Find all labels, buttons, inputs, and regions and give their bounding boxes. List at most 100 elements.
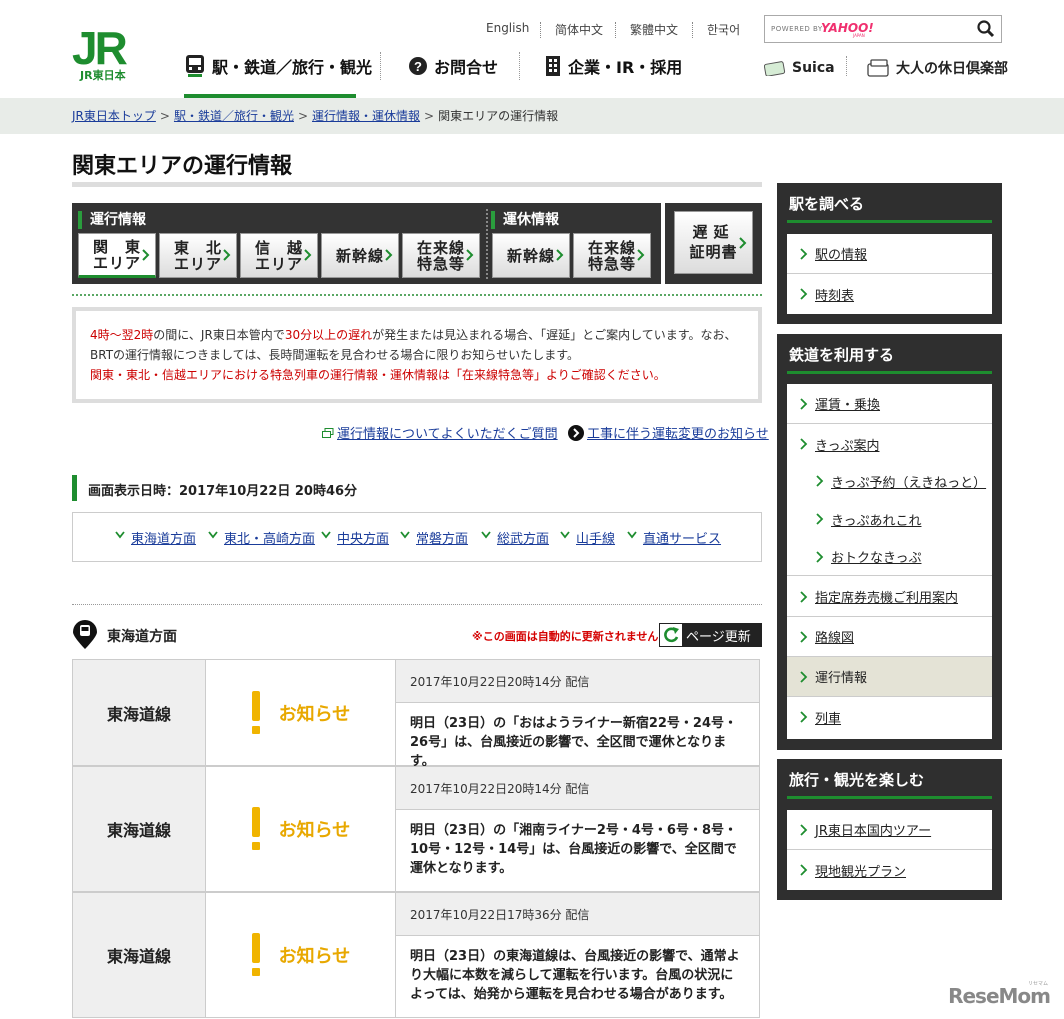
tab-shinetsu-area[interactable]: 信 越エリア: [240, 233, 318, 278]
nav-contact-label: お問合せ: [434, 58, 499, 77]
table-row: 東海道線 お知らせ 2017年10月22日20時14分 配信 明日（23日）の「…: [72, 659, 760, 769]
chevron-right-icon: [800, 823, 808, 836]
sidebar-item-label[interactable]: JR東日本国内ツアー: [815, 820, 931, 839]
sidebar-item-eki-net[interactable]: きっぷ予約（えきねっと）: [787, 462, 992, 500]
tab-label: 信 越エリア: [254, 238, 303, 273]
chevron-right-icon: [800, 397, 808, 410]
tab-shinkansen-suspension[interactable]: 新幹線: [492, 233, 570, 278]
faq-link[interactable]: 運行情報についてよくいただくご質問: [322, 423, 558, 442]
chevron-right-icon: [800, 670, 808, 683]
chevron-right-icon: [800, 288, 808, 300]
title-rule: [72, 182, 762, 187]
direction-link-sobu[interactable]: 総武方面: [497, 528, 549, 547]
sidebar-heading: 旅行・観光を楽しむ: [789, 771, 925, 789]
chevron-right-icon: [800, 590, 808, 603]
construction-link-text[interactable]: 工事に伴う運転変更のお知らせ: [587, 427, 769, 442]
svg-text:?: ?: [414, 59, 422, 74]
sidebar-item-label[interactable]: 運賃・乗換: [815, 394, 880, 413]
direction-link-joban[interactable]: 常磐方面: [416, 528, 468, 547]
chevron-right-icon: [223, 249, 231, 261]
train-pin-icon: [73, 620, 97, 649]
line-name: 東海道線: [73, 893, 206, 1017]
otona-club-label: 大人の休日倶楽部: [896, 61, 1008, 77]
direction-link-tokaido[interactable]: 東海道方面: [131, 528, 196, 547]
train-icon: [186, 55, 204, 77]
sidebar-item-label[interactable]: 時刻表: [815, 285, 854, 304]
sidebar-item-route-map[interactable]: 路線図: [787, 617, 992, 657]
tab-label: 新幹線: [335, 246, 384, 265]
sidebar-item-timetable[interactable]: 時刻表: [787, 274, 992, 314]
nav-contact[interactable]: ? お問合せ: [408, 54, 498, 78]
lang-korean[interactable]: 한국어: [707, 21, 740, 38]
sidebar-item-station-info[interactable]: 駅の情報: [787, 234, 992, 274]
breadcrumb-link-railway[interactable]: 駅・鉄道／旅行・観光: [174, 109, 294, 123]
lang-simplified-chinese[interactable]: 简体中文: [555, 21, 603, 38]
nav-railway-travel[interactable]: 駅・鉄道／旅行・観光: [184, 54, 372, 78]
chevron-down-icon: [560, 531, 570, 539]
refresh-button[interactable]: ページ更新: [659, 623, 762, 647]
sidebar-item-domestic-tour[interactable]: JR東日本国内ツアー: [787, 810, 992, 850]
status-message: 明日（23日）の「おはようライナー新宿22号・24号・26号」は、台風接近の影響…: [410, 716, 738, 769]
chevron-down-icon: [627, 531, 637, 539]
sidebar-item-label[interactable]: きっぷ案内: [815, 435, 879, 454]
chevron-right-icon: [816, 475, 824, 487]
notice-paragraph-express: 関東・東北・信越エリアにおける特急列車の運行情報・運休情報は「在来線特急等」より…: [90, 368, 666, 382]
direction-link-yamanote[interactable]: 山手線: [576, 528, 615, 547]
question-icon: ?: [409, 57, 427, 75]
chevron-down-icon: [400, 531, 410, 539]
sidebar-item-trains[interactable]: 列車: [787, 697, 992, 737]
sidebar-item-label[interactable]: 指定席券売機ご利用案内: [815, 587, 958, 606]
breadcrumb-link-operation[interactable]: 運行情報・運休情報: [312, 109, 420, 123]
refresh-label: ページ更新: [686, 629, 751, 645]
construction-link[interactable]: 工事に伴う運転変更のお知らせ: [568, 423, 769, 442]
tab-shinkansen-operation[interactable]: 新幹線: [321, 233, 399, 278]
sidebar-item-operation-info[interactable]: 運行情報: [787, 657, 992, 697]
refresh-icon: [660, 624, 682, 646]
table-row: 東海道線 お知らせ 2017年10月22日20時14分 配信 明日（23日）の「…: [72, 766, 760, 892]
tab-label: 新幹線: [506, 246, 555, 265]
site-search[interactable]: POWERED BY YAHOO! JAPAN: [764, 15, 1002, 43]
sidebar-item-fare-transfer[interactable]: 運賃・乗換: [787, 384, 992, 424]
faq-link-text[interactable]: 運行情報についてよくいただくご質問: [337, 427, 558, 442]
sidebar-item-label[interactable]: 路線図: [815, 627, 854, 646]
chevron-down-icon: [208, 531, 218, 539]
delay-certificate-button[interactable]: 遅延 証明書: [674, 211, 753, 274]
sidebar-rail: 鉄道を利用する 運賃・乗換 きっぷ案内 きっぷ予約（えきねっと） きっぷあれこれ…: [777, 334, 1002, 750]
sidebar-heading-rule: [787, 220, 992, 223]
status-cell: お知らせ: [206, 660, 396, 765]
sidebar-item-ticket-machine[interactable]: 指定席券売機ご利用案内: [787, 577, 992, 617]
sidebar-item-discount-tickets[interactable]: おトクなきっぷ: [787, 538, 992, 576]
nav-corporate[interactable]: 企業・IR・採用: [544, 54, 682, 78]
nav-corporate-label: 企業・IR・採用: [568, 58, 683, 77]
tab-label: 在来線 特急等: [416, 238, 465, 273]
tab-tohoku-area[interactable]: 東 北エリア: [159, 233, 237, 278]
direction-link-through-service[interactable]: 直通サービス: [643, 528, 721, 547]
sidebar-item-ticket-guide[interactable]: きっぷ案内: [787, 424, 992, 464]
tab-kanto-area[interactable]: 関 東エリア: [78, 233, 156, 278]
sidebar-item-ticket-tips[interactable]: きっぷあれこれ: [787, 500, 992, 538]
sidebar-item-label[interactable]: 運行情報: [815, 667, 867, 686]
breadcrumb-link-top[interactable]: JR東日本トップ: [72, 109, 156, 123]
lang-traditional-chinese[interactable]: 繁體中文: [630, 21, 678, 38]
sidebar-item-local-plan[interactable]: 現地観光プラン: [787, 850, 992, 890]
suica-link[interactable]: Suica: [764, 58, 835, 78]
sidebar-item-label[interactable]: 現地観光プラン: [815, 861, 906, 880]
sidebar-item-label[interactable]: 列車: [815, 708, 841, 727]
search-button[interactable]: [975, 19, 997, 39]
sidebar-item-label[interactable]: きっぷあれこれ: [831, 510, 921, 529]
tab-panel-divider: [72, 294, 762, 296]
tab-limited-express-suspension[interactable]: 在来線 特急等: [573, 233, 651, 278]
chevron-right-icon: [385, 249, 393, 261]
otona-club-link[interactable]: 大人の休日倶楽部: [866, 58, 1008, 78]
tab-limited-express-operation[interactable]: 在来線 特急等: [402, 233, 480, 278]
sidebar-item-label[interactable]: おトクなきっぷ: [831, 547, 921, 566]
sidebar-item-label[interactable]: きっぷ予約（えきねっと）: [831, 472, 986, 491]
sidebar-item-label[interactable]: 駅の情報: [815, 244, 867, 263]
status-label: お知らせ: [278, 946, 351, 967]
direction-link-tohoku-takasaki[interactable]: 東北・高崎方面: [224, 528, 315, 547]
lang-english[interactable]: English: [486, 21, 529, 35]
tab-label: 東 北エリア: [173, 238, 222, 273]
direction-link-chuo[interactable]: 中央方面: [337, 528, 389, 547]
jr-east-logo[interactable]: JR JR東日本: [72, 22, 148, 82]
datetime-accent: [72, 475, 77, 501]
